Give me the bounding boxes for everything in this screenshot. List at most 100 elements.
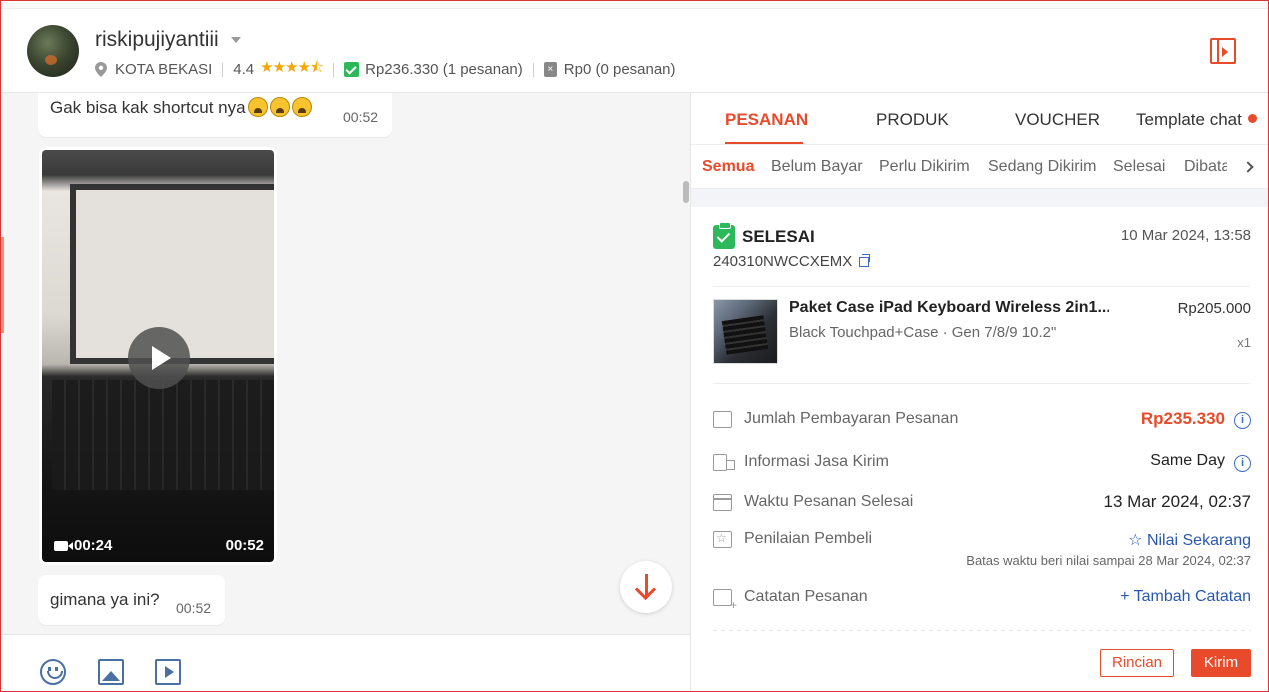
location-text: KOTA BEKASI	[115, 61, 213, 78]
order-status: SELESAI	[713, 222, 815, 249]
divider	[222, 62, 224, 77]
active-tab-indicator	[725, 142, 803, 144]
truck-icon	[713, 454, 735, 471]
order-status-text: SELESAI	[742, 227, 815, 246]
subtab-dibatalkan[interactable]: Dibata	[1184, 158, 1230, 176]
product-price: Rp205.000	[1177, 300, 1251, 317]
payment-icon	[713, 411, 732, 428]
product-variant: Black Touchpad+Case · Gen 7/8/9 10.2"	[789, 324, 1057, 341]
avatar[interactable]	[27, 25, 79, 77]
order-panel: PESANAN PRODUK VOUCHER Template chat Sem…	[690, 93, 1268, 691]
tab-produk[interactable]: PRODUK	[876, 110, 949, 130]
payment-label: Jumlah Pembayaran Pesanan	[744, 410, 959, 427]
copy-icon[interactable]	[859, 253, 871, 267]
product-quantity: x1	[1237, 335, 1251, 350]
details-button[interactable]: Rincian	[1100, 649, 1174, 677]
subtab-perlu-dikirim[interactable]: Perlu Dikirim	[879, 158, 970, 176]
note-icon	[713, 589, 737, 612]
message-composer	[1, 634, 690, 691]
window-edge-accent	[1, 237, 4, 333]
send-button[interactable]: Kirim	[1191, 649, 1251, 677]
completed-time-value: 13 Mar 2024, 02:37	[1103, 492, 1251, 511]
notification-dot	[1247, 114, 1257, 123]
shipping-label: Informasi Jasa Kirim	[744, 453, 889, 470]
tab-template-chat-label: Template chat	[1136, 110, 1242, 129]
chat-window: riskipujiyantiii KOTA BEKASI 4.4 ★★★★⯪ R…	[0, 0, 1269, 692]
collapse-panel-icon[interactable]	[1210, 38, 1236, 64]
location-pin-icon	[95, 62, 107, 77]
rating-value: 4.4	[233, 61, 255, 78]
tab-template-chat[interactable]: Template chat	[1136, 110, 1257, 130]
section-gap	[691, 189, 1268, 207]
header-top-strip	[1, 1, 1268, 9]
rate-now-link[interactable]: ☆ Nilai Sekarang	[1128, 530, 1251, 550]
message-time: 00:52	[343, 109, 379, 125]
divider	[713, 286, 1251, 287]
video-duration-text: 00:24	[74, 537, 113, 554]
video-frame-keyboard	[52, 380, 274, 490]
play-icon[interactable]	[128, 327, 190, 389]
clipboard-check-icon	[713, 222, 735, 249]
cancelled-amount: Rp0	[563, 61, 592, 78]
image-icon[interactable]	[98, 659, 124, 685]
completed-orders-count: (1 pesanan)	[442, 61, 523, 78]
chat-header: riskipujiyantiii KOTA BEKASI 4.4 ★★★★⯪ R…	[1, 1, 1268, 93]
cancelled-orders-icon: ×	[543, 62, 557, 77]
rating-stars: ★★★★⯪	[260, 59, 324, 76]
info-icon[interactable]: i	[1234, 455, 1251, 472]
dashed-divider	[713, 630, 1251, 631]
calendar-check-icon	[713, 494, 732, 511]
scrollbar-thumb[interactable]	[683, 181, 689, 203]
message-time: 00:52	[176, 600, 212, 616]
buyer-rating-label: Penilaian Pembeli	[744, 530, 873, 547]
message-bubble: Gak bisa kak shortcut nya 00:52	[38, 93, 392, 137]
buyer-meta: KOTA BEKASI 4.4 ★★★★⯪ Rp236.330 (1 pesan…	[95, 57, 676, 82]
buyer-rating-row: Penilaian Pembeli ☆ Nilai Sekarang Batas…	[713, 529, 1251, 573]
message-bubble: gimana ya ini? 00:52	[38, 575, 225, 625]
product-name[interactable]: Paket Case iPad Keyboard Wireless 2in1..…	[789, 299, 1109, 317]
info-icon[interactable]: i	[1234, 412, 1251, 429]
subtab-belum-bayar[interactable]: Belum Bayar	[771, 158, 863, 176]
shipping-value: Same Day	[1150, 452, 1225, 469]
message-text: gimana ya ini?	[50, 590, 160, 609]
chat-messages[interactable]: Gak bisa kak shortcut nya 00:52 00:24 00…	[1, 93, 690, 634]
tab-pesanan[interactable]: PESANAN	[725, 110, 808, 130]
completed-time-label: Waktu Pesanan Selesai	[744, 493, 914, 510]
order-status-filter: Semua Belum Bayar Perlu Dikirim Sedang D…	[691, 145, 1268, 189]
rating-deadline-note: Batas waktu beri nilai sampai 28 Mar 202…	[966, 553, 1251, 568]
video-icon[interactable]	[155, 659, 181, 685]
chevron-down-icon[interactable]	[231, 37, 241, 43]
message-time: 00:52	[225, 537, 264, 554]
order-id: 240310NWCCXEMX	[713, 253, 871, 270]
completed-amount: Rp236.330	[365, 61, 439, 78]
order-date: 10 Mar 2024, 13:58	[1120, 227, 1251, 244]
add-note-link[interactable]: + Tambah Catatan	[1120, 588, 1251, 606]
completed-orders-icon	[344, 62, 360, 77]
video-message[interactable]: 00:24 00:52	[39, 147, 277, 565]
product-image[interactable]	[713, 299, 778, 364]
subtab-sedang-dikirim[interactable]: Sedang Dikirim	[988, 158, 1096, 176]
weary-face-emoji-icon	[291, 97, 312, 117]
star-icon	[713, 531, 732, 548]
panel-tabs: PESANAN PRODUK VOUCHER Template chat	[691, 93, 1268, 145]
video-camera-icon	[54, 540, 73, 551]
subtab-selesai[interactable]: Selesai	[1113, 158, 1165, 176]
subtab-semua[interactable]: Semua	[702, 158, 754, 176]
divider	[333, 62, 335, 77]
weary-face-emoji-icon	[269, 97, 290, 117]
message-text: Gak bisa kak shortcut nya	[50, 98, 246, 117]
emoji-icon[interactable]	[40, 659, 66, 685]
order-id-text: 240310NWCCXEMX	[713, 253, 853, 270]
username[interactable]: riskipujiyantiii	[95, 28, 219, 52]
tab-voucher[interactable]: VOUCHER	[1015, 110, 1100, 130]
payment-value: Rp235.330	[1140, 409, 1225, 428]
weary-face-emoji-icon	[247, 97, 268, 117]
payment-row: Jumlah Pembayaran Pesanan Rp235.330 i	[713, 409, 1251, 433]
scroll-down-button[interactable]	[620, 561, 672, 613]
video-duration: 00:24	[54, 537, 112, 554]
cancelled-orders-count: (0 pesanan)	[595, 61, 676, 78]
order-notes-row: Catatan Pesanan + Tambah Catatan	[713, 587, 1251, 612]
video-thumbnail[interactable]: 00:24 00:52	[42, 150, 274, 562]
divider	[532, 62, 534, 77]
order-notes-label: Catatan Pesanan	[744, 588, 868, 605]
